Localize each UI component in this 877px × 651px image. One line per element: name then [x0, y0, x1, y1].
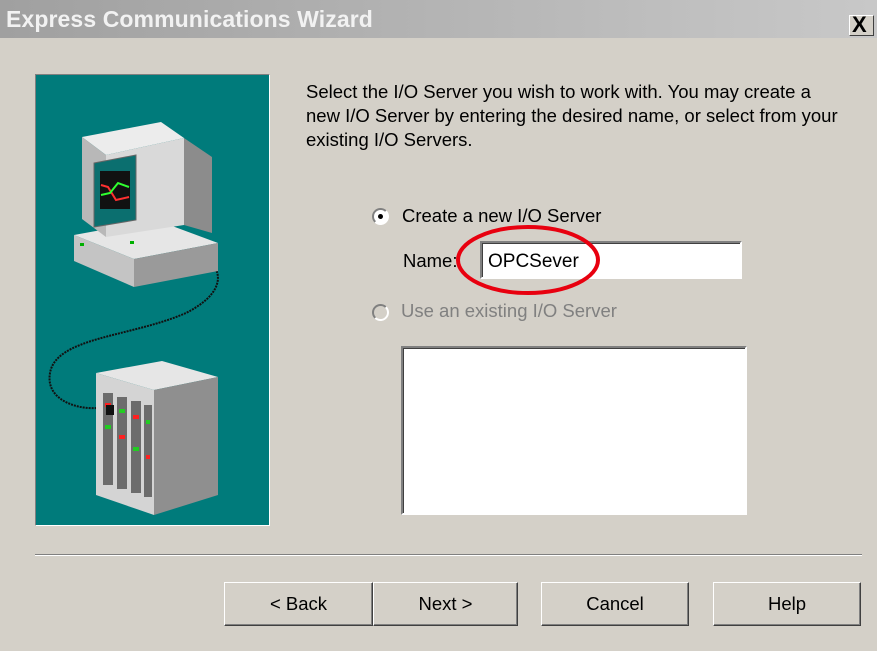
use-existing-radio[interactable]	[372, 304, 389, 321]
use-existing-label-wrap[interactable]: Use an existing I/O Server	[401, 300, 618, 323]
title-bar: Express Communications Wizard X	[0, 0, 877, 38]
computer-monitor-icon	[74, 122, 218, 287]
plc-rack-icon	[96, 361, 218, 515]
radio-selected-dot	[378, 214, 383, 219]
window-title: Express Communications Wizard	[6, 6, 373, 32]
create-new-radio[interactable]	[372, 208, 389, 225]
cancel-button[interactable]: Cancel	[541, 582, 689, 626]
wizard-illustration	[35, 74, 270, 526]
close-icon: X	[852, 12, 867, 37]
back-button[interactable]: < Back	[224, 582, 373, 626]
separator-highlight	[35, 555, 862, 556]
help-button[interactable]: Help	[713, 582, 861, 626]
use-existing-label: Use an existing I/O Server	[401, 300, 617, 321]
next-button[interactable]: Next >	[373, 582, 518, 626]
server-name-input[interactable]: OPCSever	[480, 241, 742, 279]
create-new-label[interactable]: Create a new I/O Server	[402, 205, 601, 227]
existing-servers-listbox[interactable]	[401, 346, 747, 515]
close-button[interactable]: X	[849, 12, 874, 37]
name-label: Name:	[403, 250, 458, 271]
instruction-text: Select the I/O Server you wish to work w…	[306, 81, 838, 150]
